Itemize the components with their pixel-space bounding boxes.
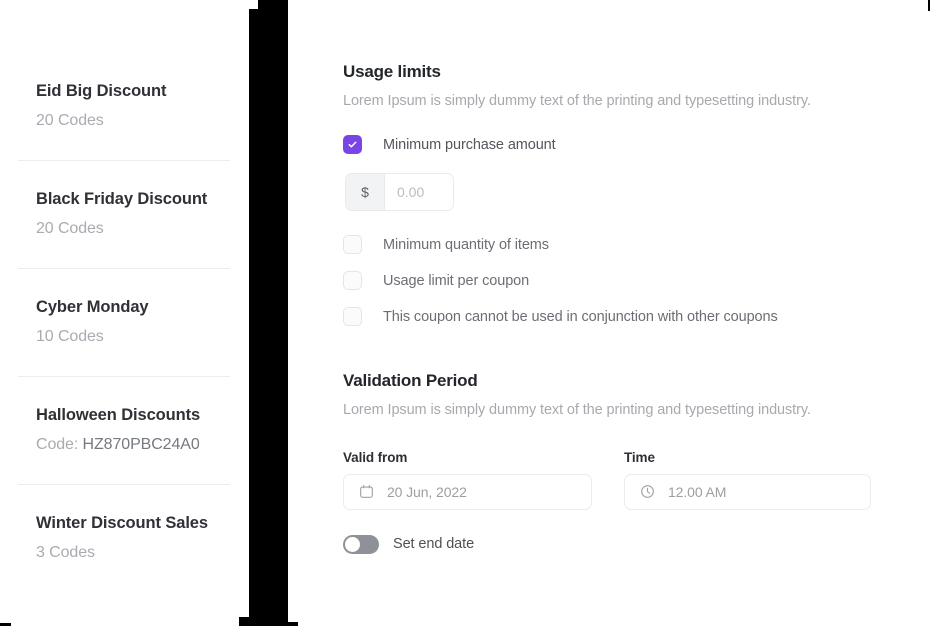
checkbox-minimum-purchase-amount[interactable] (343, 135, 362, 155)
coupon-title: Eid Big Discount (36, 82, 167, 101)
usage-limits-description: Lorem Ipsum is simply dummy text of the … (343, 93, 811, 109)
coupon-subtitle-value: 3 Codes (36, 543, 95, 561)
coupon-list-item[interactable]: Winter Discount Sales 3 Codes (0, 484, 249, 592)
coupon-subtitle: 20 Codes (36, 111, 231, 131)
validation-fields-row: Valid from 20 Jun, 2022 Time 12.00 AM (343, 450, 930, 510)
coupon-settings-screen: Eid Big Discount 20 Codes Black Friday Dis… (0, 0, 930, 626)
coupon-subtitle-value: 20 Codes (36, 111, 104, 129)
minimum-amount-field-group[interactable]: $ (345, 173, 454, 212)
option-minimum-purchase-amount[interactable]: Minimum purchase amount (343, 135, 930, 155)
option-label-minimum-quantity-of-items: Minimum quantity of items (383, 236, 549, 253)
settings-main-panel: Usage limits Lorem Ipsum is simply dummy… (288, 0, 930, 626)
coupon-subtitle: Code: HZ870PBC24A0 (36, 435, 231, 455)
option-label-usage-limit-per-coupon: Usage limit per coupon (383, 272, 530, 289)
divider-notch (249, 0, 258, 9)
option-usage-limit-per-coupon[interactable]: Usage limit per coupon (343, 271, 930, 291)
coupon-subtitle: 10 Codes (36, 327, 231, 347)
valid-from-field: Valid from 20 Jun, 2022 (343, 450, 592, 510)
time-picker[interactable]: 12.00 AM (624, 473, 871, 510)
checkbox-usage-limit-per-coupon[interactable] (343, 271, 362, 291)
coupon-subtitle-value: 20 Codes (36, 219, 104, 237)
usage-limits-section: Usage limits Lorem Ipsum is simply dummy… (343, 62, 930, 327)
option-label-minimum-purchase-amount: Minimum purchase amount (383, 136, 556, 153)
validation-period-description: Lorem Ipsum is simply dummy text of the … (343, 402, 811, 419)
option-label-no-conjunction-with-other-coupons: This coupon cannot be used in conjunctio… (383, 308, 778, 325)
coupon-title: Winter Discount Sales (36, 514, 208, 533)
coupon-subtitle: 3 Codes (36, 543, 231, 563)
divider-foot-left (239, 617, 249, 626)
set-end-date-row[interactable]: Set end date (343, 534, 930, 554)
set-end-date-toggle[interactable] (343, 534, 379, 554)
coupon-subtitle: 20 Codes (36, 219, 231, 239)
checkbox-no-conjunction-with-other-coupons[interactable] (343, 307, 362, 327)
coupon-list-item[interactable]: Eid Big Discount 20 Codes (0, 52, 249, 160)
coupon-title: Black Friday Discount (36, 190, 208, 209)
option-no-conjunction-with-other-coupons[interactable]: This coupon cannot be used in conjunctio… (343, 307, 930, 327)
valid-from-date-picker[interactable]: 20 Jun, 2022 (343, 473, 592, 510)
minimum-amount-input[interactable] (385, 174, 453, 211)
panel-divider-bar (239, 0, 298, 626)
coupon-list-item[interactable]: Halloween Discounts Code: HZ870PBC24A0 (0, 376, 249, 484)
time-label: Time (624, 449, 655, 465)
calendar-icon (358, 484, 374, 499)
usage-limits-title: Usage limits (343, 62, 441, 81)
time-value: 12.00 AM (668, 483, 727, 500)
coupon-list-item[interactable]: Black Friday Discount 20 Codes (0, 160, 249, 268)
currency-symbol: $ (346, 174, 385, 211)
coupon-title: Cyber Monday (36, 298, 149, 317)
coupon-subtitle-value: 10 Codes (36, 327, 104, 345)
coupon-subtitle-prefix: Code: (36, 435, 83, 453)
coupon-title: Halloween Discounts (36, 406, 201, 425)
valid-from-value: 20 Jun, 2022 (387, 483, 467, 500)
time-field: Time 12.00 AM (624, 450, 871, 510)
validation-period-section: Validation Period Lorem Ipsum is simply … (343, 371, 930, 554)
divider-foot-right (288, 622, 298, 626)
valid-from-label: Valid from (343, 449, 408, 465)
checkbox-minimum-quantity-of-items[interactable] (343, 235, 362, 255)
validation-period-title: Validation Period (343, 371, 478, 391)
option-minimum-quantity-of-items[interactable]: Minimum quantity of items (343, 235, 930, 255)
toggle-knob (345, 536, 360, 552)
clock-icon (639, 484, 655, 499)
coupon-list: Eid Big Discount 20 Codes Black Friday Dis… (0, 0, 249, 592)
set-end-date-label: Set end date (393, 536, 475, 553)
coupon-subtitle-value: HZ870PBC24A0 (82, 435, 200, 453)
coupon-list-item[interactable]: Cyber Monday 10 Codes (0, 268, 249, 376)
coupon-list-sidebar: Eid Big Discount 20 Codes Black Friday Dis… (0, 0, 249, 626)
